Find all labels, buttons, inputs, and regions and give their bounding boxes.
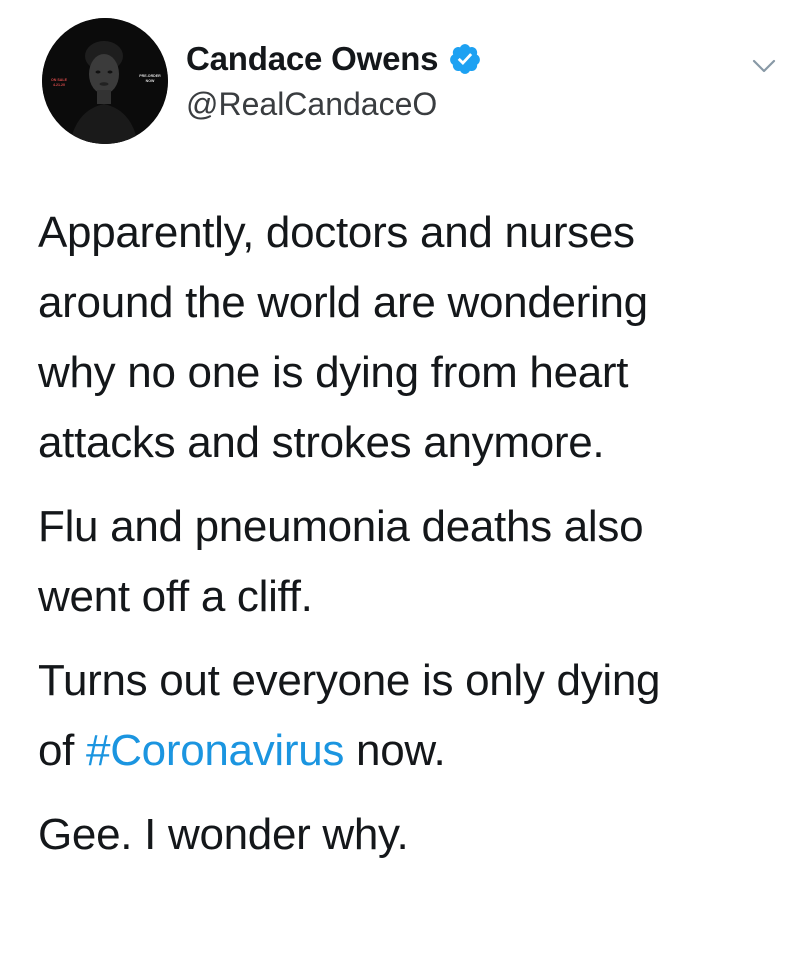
tweet-paragraph: Apparently, doctors and nurses around th… xyxy=(38,198,778,478)
svg-text:NOW: NOW xyxy=(146,79,155,83)
tweet-paragraph: Flu and pneumonia deaths also went off a… xyxy=(38,492,778,632)
tweet-line: went off a cliff. xyxy=(38,572,313,621)
tweet-line: attacks and strokes anymore. xyxy=(38,418,605,467)
svg-text:PRE-ORDER: PRE-ORDER xyxy=(139,74,161,78)
avatar[interactable]: ON SALE 4.21.20 PRE-ORDER NOW xyxy=(42,18,168,144)
tweet-line: Turns out everyone is only dying xyxy=(38,656,661,705)
line-prefix: of xyxy=(38,726,87,775)
tweet-line: why no one is dying from heart xyxy=(38,348,629,397)
display-name-row: Candace Owens xyxy=(186,38,482,80)
handle[interactable]: @RealCandaceO xyxy=(186,86,482,123)
line-suffix: now. xyxy=(344,726,446,775)
tweet-card: ON SALE 4.21.20 PRE-ORDER NOW Candace Ow… xyxy=(0,0,794,960)
tweet-paragraph: Gee. I wonder why. xyxy=(38,800,778,870)
display-name[interactable]: Candace Owens xyxy=(186,40,439,78)
avatar-image: ON SALE 4.21.20 PRE-ORDER NOW xyxy=(42,18,168,144)
author-info: Candace Owens @RealCandaceO xyxy=(186,38,482,123)
tweet-line: Apparently, doctors and nurses xyxy=(38,208,635,257)
tweet-line: of #Coronavirus now. xyxy=(38,716,778,786)
tweet-text: Apparently, doctors and nurses around th… xyxy=(38,198,778,870)
tweet-header: ON SALE 4.21.20 PRE-ORDER NOW Candace Ow… xyxy=(42,18,782,148)
hashtag-link[interactable]: #Coronavirus xyxy=(86,726,344,775)
chevron-down-icon[interactable] xyxy=(746,48,782,84)
verified-badge-icon xyxy=(448,42,482,76)
tweet-line: Gee. I wonder why. xyxy=(38,810,409,859)
tweet-line: Flu and pneumonia deaths also xyxy=(38,502,644,551)
svg-text:ON SALE: ON SALE xyxy=(51,78,68,82)
tweet-paragraph: Turns out everyone is only dying of #Cor… xyxy=(38,646,778,786)
tweet-line: around the world are wondering xyxy=(38,278,648,327)
svg-text:4.21.20: 4.21.20 xyxy=(53,83,65,87)
